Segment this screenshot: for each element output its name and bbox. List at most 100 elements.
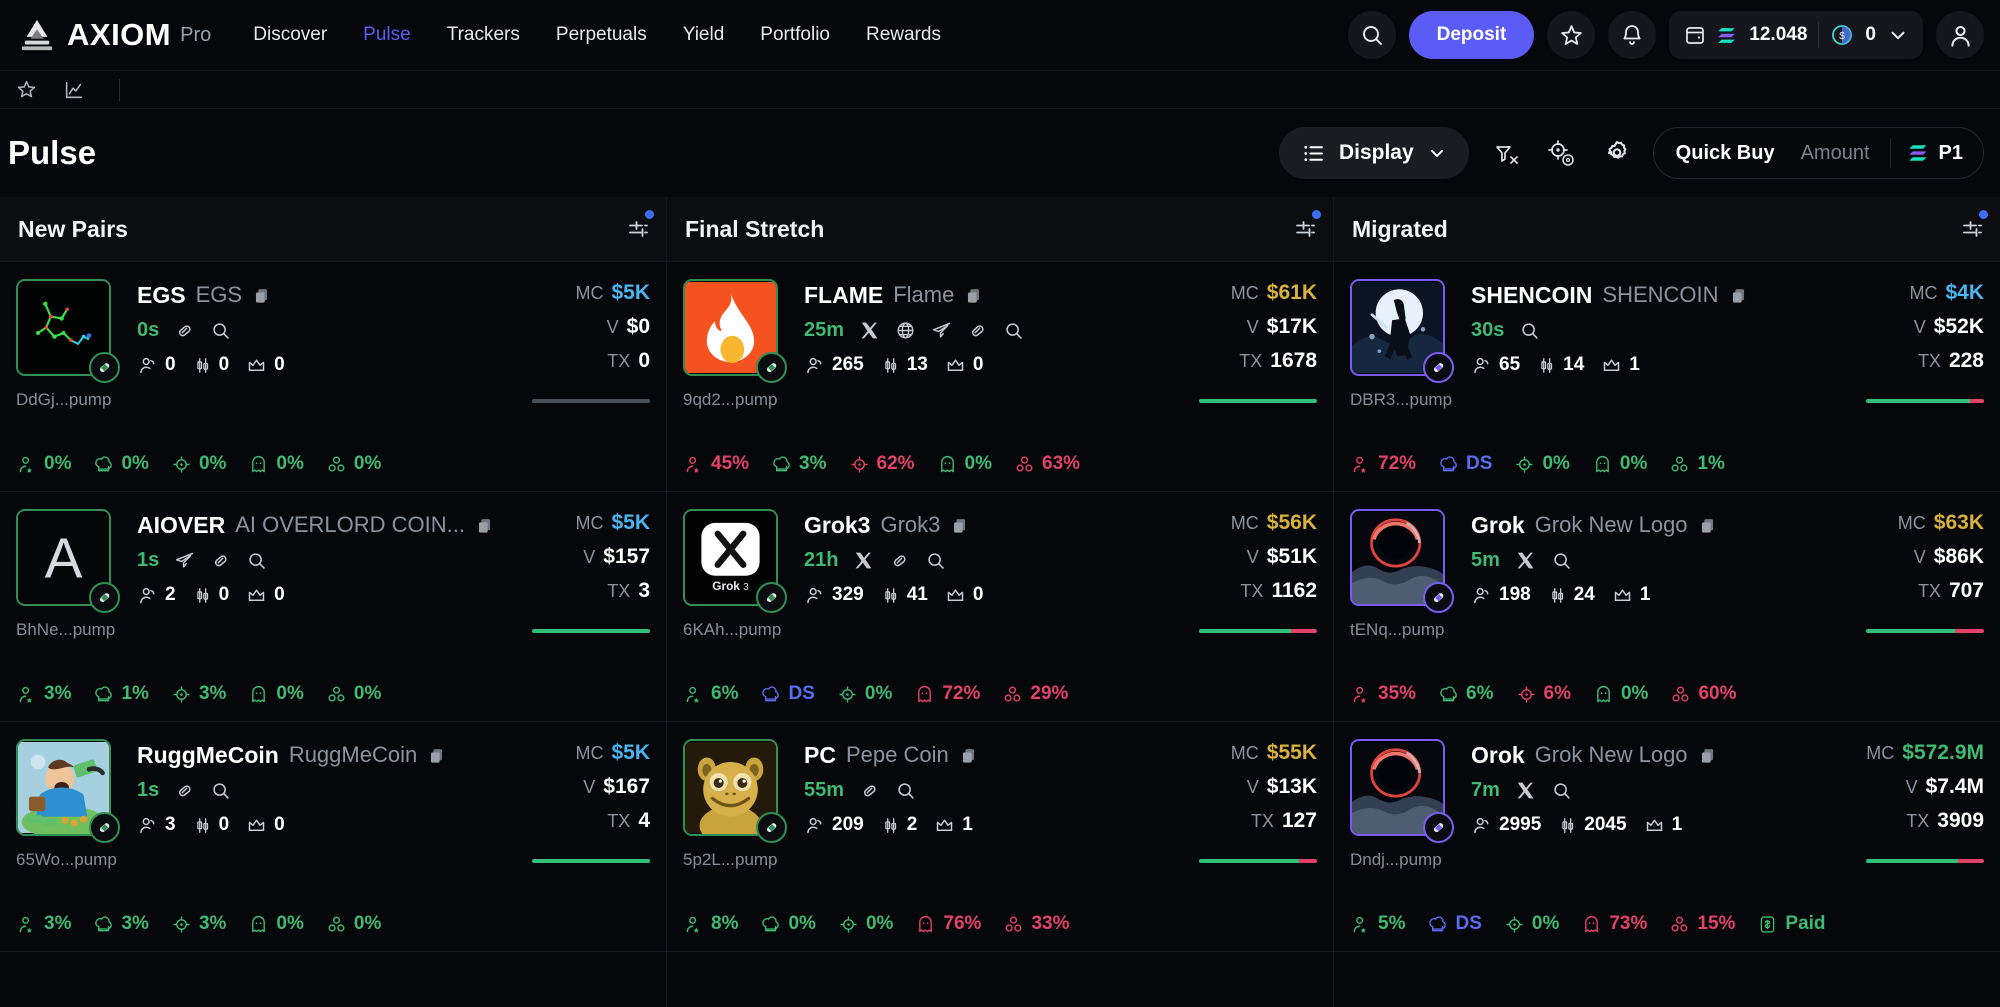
nav-link-rewards[interactable]: Rewards xyxy=(866,24,941,46)
mint-address[interactable]: DBR3...pump xyxy=(1350,390,1452,410)
target-settings-button[interactable] xyxy=(1541,133,1581,173)
token-card[interactable]: 65Wo...pump RuggMeCoin RuggMeCoin 1s 3 0 xyxy=(0,722,666,952)
copy-icon[interactable] xyxy=(1729,286,1748,305)
copy-icon[interactable] xyxy=(475,516,494,535)
copy-icon[interactable] xyxy=(475,516,494,535)
quick-buy-label[interactable]: Quick Buy xyxy=(1676,142,1801,165)
pill-icon[interactable] xyxy=(967,320,988,341)
pill-icon[interactable] xyxy=(174,320,195,341)
x-icon[interactable] xyxy=(853,550,874,571)
x-icon[interactable] xyxy=(1515,780,1536,801)
token-card[interactable]: 9qd2...pump FLAME Flame 25m 265 13 0 MC … xyxy=(667,262,1333,492)
mint-address[interactable]: 65Wo...pump xyxy=(16,850,117,870)
globe-icon[interactable] xyxy=(895,320,916,341)
column-settings-button[interactable] xyxy=(1293,210,1321,241)
display-button[interactable]: Display xyxy=(1278,127,1469,179)
search-icon[interactable] xyxy=(210,780,231,801)
copy-icon[interactable] xyxy=(1698,746,1717,765)
copy-icon[interactable] xyxy=(1698,516,1717,535)
deposit-button[interactable]: Deposit xyxy=(1408,11,1535,59)
settings-button[interactable] xyxy=(1597,133,1637,173)
x-icon[interactable] xyxy=(859,320,880,341)
copy-icon[interactable] xyxy=(427,746,446,765)
search-button[interactable] xyxy=(1347,11,1396,59)
pill-icon[interactable] xyxy=(859,780,880,801)
search-icon[interactable] xyxy=(895,780,916,801)
preset-selector[interactable]: P1 xyxy=(1908,142,1979,165)
search-icon[interactable] xyxy=(925,550,946,571)
token-card[interactable]: Dndj...pump Orok Grok New Logo 7m 2995 2… xyxy=(1334,722,2000,952)
token-ticker: Grok xyxy=(1471,511,1525,538)
chevron-down-icon[interactable] xyxy=(1887,24,1909,46)
search-icon[interactable] xyxy=(210,320,231,341)
mint-address[interactable]: 5p2L...pump xyxy=(683,850,779,870)
search-icon[interactable] xyxy=(1551,550,1572,571)
copy-icon[interactable] xyxy=(959,746,978,765)
thumbnail-wrapper[interactable] xyxy=(16,279,120,383)
filter-off-button[interactable] xyxy=(1485,133,1525,173)
wallet-pill[interactable]: 12.048 $ 0 xyxy=(1669,11,1923,59)
search-icon[interactable] xyxy=(1519,320,1540,341)
x-icon[interactable] xyxy=(1515,550,1536,571)
copy-icon[interactable] xyxy=(964,286,983,305)
token-card[interactable]: DdGj...pump EGS EGS 0s 0 0 0 MC $5K V $0… xyxy=(0,262,666,492)
copy-icon[interactable] xyxy=(1698,516,1717,535)
nav-link-portfolio[interactable]: Portfolio xyxy=(760,24,830,46)
thumbnail-wrapper[interactable] xyxy=(16,739,120,843)
copy-icon[interactable] xyxy=(1698,746,1717,765)
notifications-button[interactable] xyxy=(1608,11,1657,59)
nav-link-trackers[interactable]: Trackers xyxy=(447,24,520,46)
nav-link-perpetuals[interactable]: Perpetuals xyxy=(556,24,647,46)
chart-view-button[interactable] xyxy=(63,79,85,101)
search-icon[interactable] xyxy=(246,550,267,571)
favorites-button[interactable] xyxy=(1547,11,1596,59)
token-card[interactable]: tENq...pump Grok Grok New Logo 5m 198 24 xyxy=(1334,492,2000,722)
token-card[interactable]: DBR3...pump SHENCOIN SHENCOIN 30s 65 14 xyxy=(1334,262,2000,492)
x-icon[interactable] xyxy=(1515,780,1536,801)
brand-logo[interactable]: AXIOM Pro xyxy=(18,17,211,53)
column-settings-button[interactable] xyxy=(1960,210,1988,241)
telegram-icon[interactable] xyxy=(931,320,952,341)
avatar[interactable] xyxy=(1936,11,1984,59)
search-icon[interactable] xyxy=(1551,780,1572,801)
x-icon[interactable] xyxy=(1515,550,1536,571)
search-icon[interactable] xyxy=(1003,320,1024,341)
copy-icon[interactable] xyxy=(950,516,969,535)
watchlist-star-button[interactable] xyxy=(16,79,37,100)
mint-address[interactable]: Dndj...pump xyxy=(1350,850,1446,870)
thumbnail-wrapper[interactable]: Grok 3 xyxy=(683,509,787,613)
token-card[interactable]: 5p2L...pump PC Pepe Coin 55m 209 2 1 MC … xyxy=(667,722,1333,952)
nav-link-yield[interactable]: Yield xyxy=(683,24,725,46)
thumbnail-wrapper[interactable] xyxy=(683,279,787,383)
x-icon[interactable] xyxy=(859,320,880,341)
token-card[interactable]: Grok 3 6KAh...pump Grok3 Grok3 21h 329 4… xyxy=(667,492,1333,722)
copy-icon[interactable] xyxy=(1729,286,1748,305)
mint-address[interactable]: DdGj...pump xyxy=(16,390,112,410)
copy-icon[interactable] xyxy=(950,516,969,535)
column-settings-button[interactable] xyxy=(626,210,654,241)
x-icon[interactable] xyxy=(853,550,874,571)
metric-value: 0% xyxy=(864,683,893,704)
mint-address[interactable]: 6KAh...pump xyxy=(683,620,781,640)
thumbnail-wrapper[interactable] xyxy=(683,739,787,843)
copy-icon[interactable] xyxy=(959,746,978,765)
pill-icon[interactable] xyxy=(210,550,231,571)
copy-icon[interactable] xyxy=(252,286,271,305)
telegram-icon[interactable] xyxy=(174,550,195,571)
thumbnail-wrapper[interactable]: A xyxy=(16,509,120,613)
amount-input[interactable]: Amount xyxy=(1801,142,1890,165)
pill-icon[interactable] xyxy=(174,780,195,801)
copy-icon[interactable] xyxy=(427,746,446,765)
copy-icon[interactable] xyxy=(252,286,271,305)
mint-address[interactable]: tENq...pump xyxy=(1350,620,1446,640)
mint-address[interactable]: 9qd2...pump xyxy=(683,390,779,410)
thumbnail-wrapper[interactable] xyxy=(1350,739,1454,843)
thumbnail-wrapper[interactable] xyxy=(1350,509,1454,613)
token-card[interactable]: A BhNe...pump AIOVER AI OVERLORD COIN...… xyxy=(0,492,666,722)
copy-icon[interactable] xyxy=(964,286,983,305)
nav-link-pulse[interactable]: Pulse xyxy=(363,24,411,46)
nav-link-discover[interactable]: Discover xyxy=(253,24,327,46)
pill-icon[interactable] xyxy=(889,550,910,571)
mint-address[interactable]: BhNe...pump xyxy=(16,620,115,640)
thumbnail-wrapper[interactable] xyxy=(1350,279,1454,383)
